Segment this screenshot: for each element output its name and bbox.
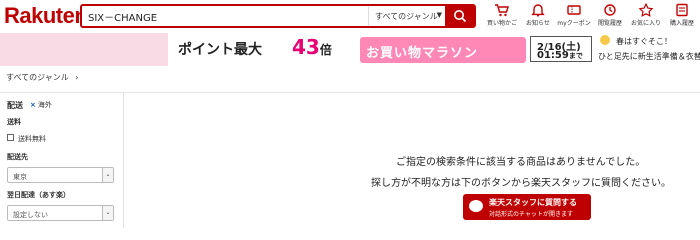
next-day-select[interactable]: 設定しない ⌄ [7,205,114,221]
search-bar: すべてのジャンル ▼ [80,4,476,28]
nav-history[interactable]: 閲覧履歴 [592,2,628,32]
breadcrumb-all-genres[interactable]: すべてのジャンル [6,73,69,82]
rakuten-logo[interactable]: Rakuten [4,3,88,29]
marathon-logo: お買い物マラソン [360,37,526,63]
history-icon [604,4,616,16]
nav-purchase-history[interactable]: 購入履歴 [664,2,700,32]
destination-heading: 配送先 [7,153,28,161]
delivery-heading: 配送 [7,101,23,110]
genre-select-label: すべてのジャンル [375,12,438,21]
ask-staff-label: 楽天スタッフに質問する [489,198,577,207]
search-icon [454,10,467,23]
chevron-down-icon: ⌄ [102,206,113,220]
ask-staff-sublabel: 対話形式のチャットが開きます [489,211,573,218]
search-input[interactable] [82,6,362,26]
free-shipping-checkbox[interactable] [7,134,14,141]
cart-icon [495,4,509,17]
nav-notifications[interactable]: お知らせ [520,2,556,32]
chevron-down-icon: ⌄ [102,168,113,182]
nav-favorites[interactable]: お気に入り [628,2,664,32]
overseas-filter-chip[interactable]: × 海外 [30,100,52,110]
marathon-label: お買い物マラソン [366,46,479,61]
banner-copy-line1: 春はすぐそこ！ [616,37,672,46]
banner-time: 01:59まで [537,50,583,61]
nav-cart[interactable]: 買い物かご [484,2,520,32]
banner-deadline: 2/16(土) 01:59まで [530,36,592,62]
caret-down-icon: ▼ [436,11,442,19]
purchase-history-icon [676,3,688,17]
next-day-value: 設定しない [13,211,48,219]
nav-cart-label: 買い物かご [486,20,517,27]
ask-staff-button[interactable]: 楽天スタッフに質問する 対話形式のチャットが開きます [463,194,591,220]
banner-copy-line2: ひと足先に新生活準備＆衣替え [598,52,700,61]
filter-sidebar: 配送 × 海外 送料 送料無料 配送先 東京 ⌄ 翌日配達（あす楽） 設定しない … [0,93,124,228]
no-results-message: ご指定の検索条件に該当する商品はありませんでした。 [396,157,646,168]
flower-icon [600,35,610,45]
destination-value: 東京 [13,173,27,181]
help-message: 探し方が不明な方は下のボタンから楽天スタッフに質問ください。 [371,178,671,189]
next-day-heading: 翌日配達（あす楽） [7,191,70,199]
campaign-banner[interactable]: ポイント最大 43倍 お買い物マラソン 2/16(土) 01:59まで 春はすぐ… [0,33,700,66]
breadcrumb: すべてのジャンル › [6,72,78,83]
free-shipping-label[interactable]: 送料無料 [18,134,46,144]
header-nav: 買い物かご お知らせ myクーポン 閲覧履歴 お気に入り 購入履歴 [484,2,700,32]
nav-favorites-label: お気に入り [630,20,661,27]
chat-bubble-icon [469,200,483,212]
bell-icon [531,4,545,17]
nav-coupon[interactable]: myクーポン [556,2,592,32]
star-icon [638,3,654,17]
shipping-heading: 送料 [7,118,21,126]
chevron-right-icon: › [75,73,79,82]
overseas-label: 海外 [37,101,52,109]
nav-coupon-label: myクーポン [557,20,591,27]
nav-history-label: 閲覧履歴 [597,20,622,27]
genre-select[interactable]: すべてのジャンル ▼ [368,6,446,26]
banner-multiplier: 43倍 [292,35,332,59]
banner-title: ポイント最大 [178,42,262,58]
nav-notifications-label: お知らせ [526,20,550,27]
banner-content: ポイント最大 43倍 お買い物マラソン 2/16(土) 01:59まで 春はすぐ… [168,33,700,66]
nav-purchase-history-label: 購入履歴 [669,20,694,27]
coupon-icon [567,5,581,15]
close-icon: × [30,101,36,109]
search-button[interactable] [445,4,475,28]
destination-select[interactable]: 東京 ⌄ [7,167,114,183]
header: Rakuten すべてのジャンル ▼ 買い物かご お知らせ [0,0,700,32]
